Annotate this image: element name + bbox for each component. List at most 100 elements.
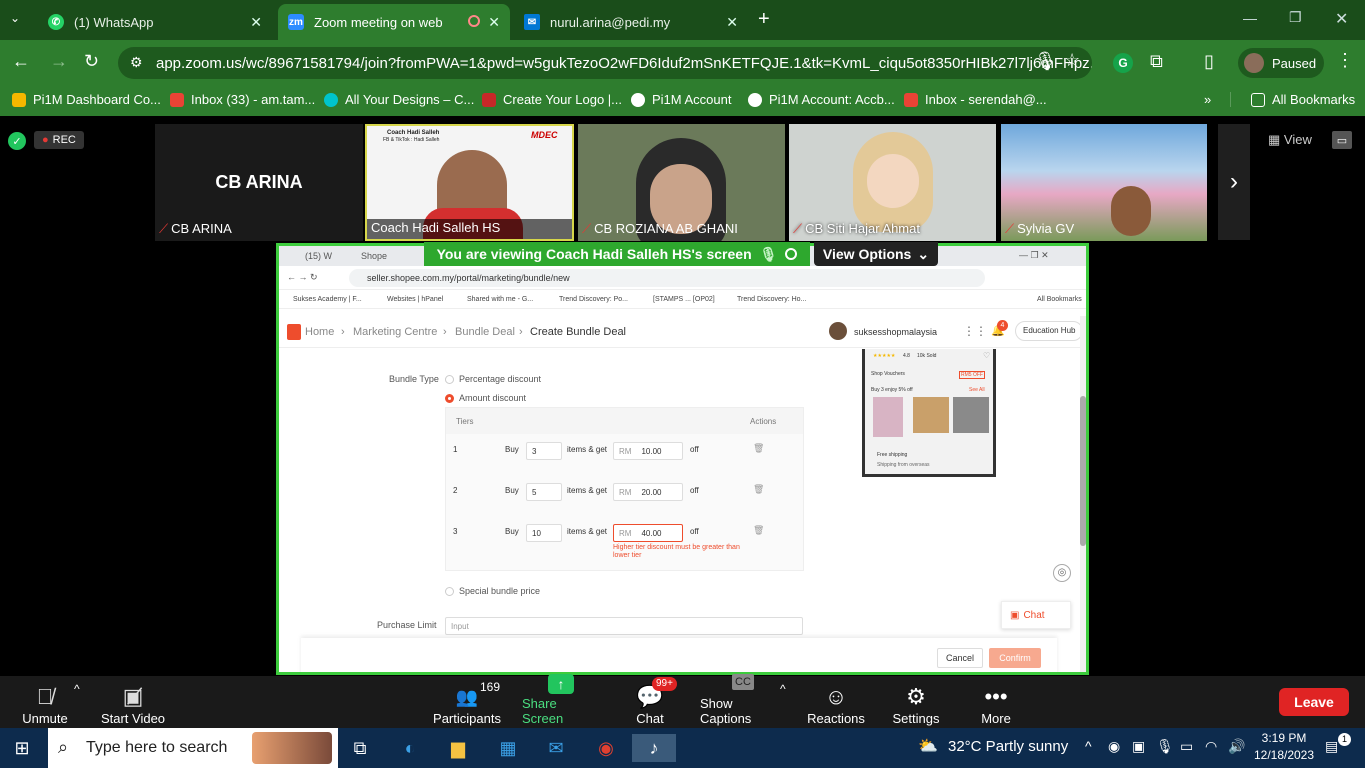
breadcrumb-bundle-deal: Bundle Deal xyxy=(455,326,515,338)
tab-zoom[interactable]: zm Zoom meeting on web ✕ xyxy=(278,4,510,40)
bookmark-item[interactable]: Pi1M Account xyxy=(631,92,732,107)
forward-icon[interactable]: → xyxy=(50,51,68,72)
close-window-icon[interactable]: ✕ xyxy=(1335,9,1348,29)
reactions-button[interactable]: ☺ Reactions xyxy=(806,678,866,727)
close-tab-icon[interactable]: ✕ xyxy=(726,14,738,31)
url-field[interactable]: ⚙ app.zoom.us/wc/89671581794/join?fromPW… xyxy=(118,47,1092,79)
edge-icon[interactable]: ◐ xyxy=(396,734,424,762)
tier-qty-input[interactable]: 3 xyxy=(526,442,562,460)
all-bookmarks-label: All Bookmarks xyxy=(1272,92,1356,107)
restore-icon[interactable]: ❐ xyxy=(1289,9,1302,26)
record-tray-icon[interactable]: ◉ xyxy=(1108,738,1120,755)
extensions-icon[interactable]: ⧉ xyxy=(1150,51,1163,72)
video-tile-sylvia[interactable]: ⟋ Sylvia GV xyxy=(1001,124,1207,241)
close-tab-icon[interactable]: ✕ xyxy=(250,14,262,31)
participant-big-name: CB ARINA xyxy=(215,172,303,192)
audio-options-chevron-icon[interactable]: ^ xyxy=(74,682,80,696)
clock-time[interactable]: 3:19 PM xyxy=(1254,731,1314,745)
video-tile-siti-hajar[interactable]: ⟋ CB Siti Hajar Ahmat xyxy=(789,124,996,241)
bookmark-item[interactable]: Pi1M Dashboard Co... xyxy=(12,92,161,107)
minimize-icon[interactable]: — xyxy=(1243,10,1257,26)
inner-bookmarks: Sukses Academy | F... Websites | hPanel … xyxy=(279,291,1086,309)
bookmark-item[interactable]: Create Your Logo |... xyxy=(482,92,622,107)
view-button[interactable]: ▦ View xyxy=(1268,132,1312,148)
weather-text[interactable]: 32°C Partly sunny xyxy=(948,738,1068,755)
file-explorer-icon[interactable]: ▆ xyxy=(444,734,472,762)
tier-qty-input[interactable]: 10 xyxy=(526,524,562,542)
bookmark-item[interactable]: Inbox (33) - am.tam... xyxy=(170,92,315,107)
grammarly-icon[interactable]: G xyxy=(1113,53,1133,73)
tier-amount-value: 10.00 xyxy=(641,446,662,456)
bookmarks-overflow-icon[interactable]: » xyxy=(1204,92,1211,107)
mic-off-icon: ⟋ xyxy=(582,221,592,236)
video-tile-roziana[interactable]: ⟋ CB ROZIANA AB GHANI xyxy=(578,124,785,241)
mic-off-icon: ⟋ xyxy=(793,221,803,236)
video-tile-cb-arina[interactable]: CB ARINA ⟋ CB ARINA xyxy=(155,124,363,241)
security-shield-icon[interactable]: ✓ xyxy=(8,132,26,150)
settings-button[interactable]: ⚙ Settings xyxy=(890,678,942,727)
reload-icon[interactable]: ↻ xyxy=(84,51,99,72)
unmute-button[interactable]: 🎙̸ Unmute xyxy=(20,678,70,727)
all-bookmarks[interactable]: All Bookmarks xyxy=(1230,92,1355,107)
smiley-icon: ☺ xyxy=(824,684,848,709)
tier-amount-input[interactable]: RM 10.00 xyxy=(613,442,683,460)
camera-tray-icon[interactable]: ▣ xyxy=(1132,738,1145,755)
battery-icon[interactable]: ▭ xyxy=(1180,738,1193,755)
tier-amount-input-error[interactable]: RM 40.00 xyxy=(613,524,683,542)
captions-chevron-icon[interactable]: ^ xyxy=(780,682,786,696)
bookmark-star-icon[interactable]: ☆ xyxy=(1064,50,1080,71)
layout-icon[interactable]: ▭ xyxy=(1332,131,1352,149)
tab-whatsapp[interactable]: ✆ (1) WhatsApp ✕ xyxy=(38,4,272,40)
windows-start-icon[interactable]: ⊞ xyxy=(8,734,36,762)
view-label: View xyxy=(1283,132,1312,147)
more-button[interactable]: ••• More xyxy=(978,678,1014,727)
delete-tier-icon[interactable]: 🗑 xyxy=(753,525,764,536)
bookmark-item[interactable]: All Your Designs – C... xyxy=(324,92,474,107)
delete-tier-icon[interactable]: 🗑 xyxy=(753,484,764,495)
task-view-icon[interactable]: ⧉ xyxy=(346,734,374,762)
side-panel-icon[interactable]: ▯ xyxy=(1204,51,1214,72)
chat-bubble-icon: ▣ xyxy=(1010,609,1020,621)
tray-chevron-icon[interactable]: ^ xyxy=(1085,738,1092,754)
clock-date[interactable]: 12/18/2023 xyxy=(1250,748,1318,762)
store-icon[interactable]: ▦ xyxy=(494,734,522,762)
captions-button[interactable]: CC Show Captions xyxy=(700,674,786,726)
weather-icon[interactable]: ⛅ xyxy=(918,736,938,756)
mic-tray-icon[interactable]: 🎙 xyxy=(1156,738,1174,755)
tier-amount-input[interactable]: RM 20.00 xyxy=(613,483,683,501)
preview-vouchers: Shop Vouchers xyxy=(871,371,905,377)
mail-app-icon[interactable]: ✉ xyxy=(542,734,570,762)
active-app-icon[interactable]: ♪ xyxy=(632,734,676,762)
tier-qty-input[interactable]: 5 xyxy=(526,483,562,501)
participants-button[interactable]: 👥 169 Participants xyxy=(432,678,502,726)
back-icon[interactable]: ← xyxy=(12,51,30,72)
address-bar-row: ← → ↻ ⚙ app.zoom.us/wc/89671581794/join?… xyxy=(0,40,1365,86)
taskbar-search-field[interactable]: ⌕ Type here to search xyxy=(48,728,338,768)
notifications-icon[interactable]: ▤ xyxy=(1325,738,1338,755)
share-screen-button[interactable]: ↑ Share Screen xyxy=(522,674,600,726)
form-footer: Cancel Confirm xyxy=(301,638,1057,672)
profile-button[interactable]: Paused xyxy=(1238,48,1324,78)
chrome-icon[interactable]: ◉ xyxy=(592,734,620,762)
start-video-button[interactable]: ▣̸ Start Video xyxy=(100,678,166,727)
volume-icon[interactable]: 🔊 xyxy=(1228,738,1245,755)
delete-tier-icon[interactable]: 🗑 xyxy=(753,443,764,454)
leave-button[interactable]: Leave xyxy=(1279,688,1349,716)
bookmark-item[interactable]: Pi1M Account: Accb... xyxy=(748,92,895,107)
menu-kebab-icon[interactable]: ⋮ xyxy=(1336,50,1354,71)
mic-icon[interactable]: 🎙 xyxy=(1034,51,1057,72)
next-page-chevron-icon[interactable]: › xyxy=(1218,124,1250,240)
bookmark-label: Create Your Logo |... xyxy=(503,92,623,107)
education-hub: Education Hub xyxy=(1015,321,1084,341)
new-tab-icon[interactable]: + xyxy=(758,8,770,31)
site-info-icon[interactable]: ⚙ xyxy=(130,54,143,71)
wifi-icon[interactable]: ◠ xyxy=(1205,738,1217,755)
bookmark-item[interactable]: Inbox - serendah@... xyxy=(904,92,1047,107)
video-tile-coach-hadi[interactable]: Coach Hadi Salleh FB & TikTok : Hadi Sal… xyxy=(365,124,574,241)
inner-url-text: seller.shopee.com.my/portal/marketing/bu… xyxy=(367,273,570,283)
tab-search-chevron-icon[interactable]: ⌄ xyxy=(10,11,20,25)
view-options-button[interactable]: View Options ⌄ xyxy=(814,242,938,266)
close-tab-icon[interactable]: ✕ xyxy=(488,14,500,31)
participant-name: ⟋ CB ROZIANA AB GHANI xyxy=(582,221,738,237)
tab-mail[interactable]: ✉ nurul.arina@pedi.my ✕ xyxy=(514,4,748,40)
